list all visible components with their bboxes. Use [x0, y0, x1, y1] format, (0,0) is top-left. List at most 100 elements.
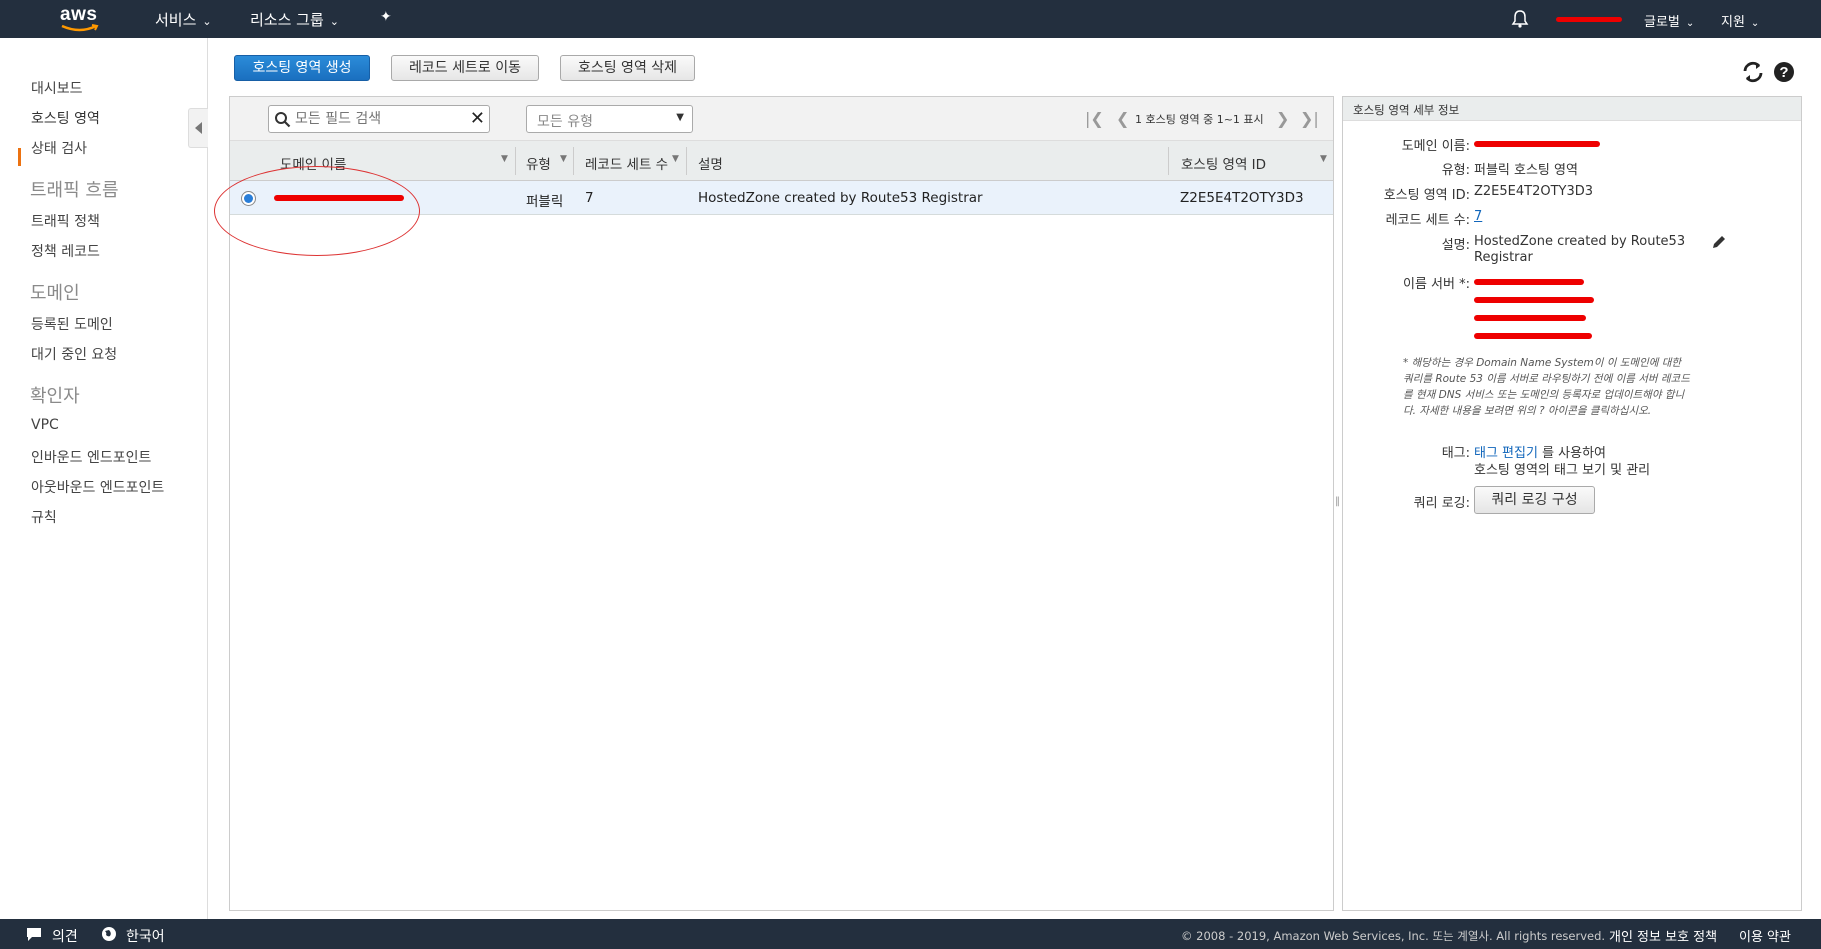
column-divider[interactable]	[1168, 147, 1169, 175]
detail-zone-id-value: Z2E5E4T2OTY3D3	[1474, 184, 1594, 199]
dropdown-arrow-icon: ▼	[676, 112, 684, 123]
help-icon[interactable]: ?	[1772, 60, 1796, 84]
detail-tags-label: 태그:	[1441, 446, 1470, 461]
previous-page-icon[interactable]: ❮	[1116, 109, 1129, 128]
pin-icon[interactable]: ✦	[380, 9, 392, 25]
sidebar-item-traffic-policies[interactable]: 트래픽 정책	[31, 211, 100, 231]
redacted-name-server-1	[1474, 279, 1584, 285]
chevron-down-icon: ⌄	[202, 15, 212, 28]
column-divider[interactable]	[573, 147, 574, 175]
edit-pencil-icon[interactable]	[1711, 234, 1727, 250]
aws-logo-text: aws	[60, 4, 98, 25]
detail-tags-line2: 호스팅 영역의 태그 보기 및 관리	[1474, 463, 1651, 478]
row-record-count: 7	[585, 190, 594, 206]
pagination-status: 1 호스팅 영역 중 1~1 표시	[1135, 113, 1264, 126]
top-navigation-bar: aws 서비스 ⌄ 리소스 그룹 ⌄ ✦ 글로벌 ⌄ 지원 ⌄	[0, 0, 1821, 38]
grid-header: 도메인 이름 ▼ 유형 ▼ 레코드 세트 수 ▼ 설명 호스팅 영역 ID ▼	[230, 141, 1333, 181]
last-page-icon[interactable]: ❯|	[1300, 109, 1319, 128]
row-type: 퍼블릭	[526, 194, 564, 210]
row-description: HostedZone created by Route53 Registrar	[698, 190, 983, 206]
sidebar-section-traffic-flow: 트래픽 흐름	[30, 180, 119, 201]
sidebar-item-policy-records[interactable]: 정책 레코드	[31, 241, 100, 261]
privacy-policy-link[interactable]: 개인 정보 보호 정책	[1609, 926, 1717, 945]
aws-smile-icon	[61, 24, 99, 32]
row-zone-id: Z2E5E4T2OTY3D3	[1180, 190, 1304, 206]
sort-icon[interactable]: ▼	[1320, 154, 1327, 164]
column-header-type[interactable]: 유형	[526, 153, 551, 173]
terms-of-use-link[interactable]: 이용 약관	[1739, 926, 1791, 945]
configure-query-logging-button[interactable]: 쿼리 로깅 구성	[1474, 486, 1595, 514]
column-header-zone-id[interactable]: 호스팅 영역 ID	[1181, 153, 1266, 173]
resource-groups-label: 리소스 그룹	[250, 11, 324, 29]
panel-splitter-handle[interactable]: ‖	[1335, 496, 1340, 507]
sidebar-section-domains: 도메인	[30, 283, 80, 304]
redacted-detail-domain	[1474, 141, 1600, 147]
active-indicator	[18, 148, 21, 166]
create-hosted-zone-button[interactable]: 호스팅 영역 생성	[234, 55, 370, 81]
next-page-icon[interactable]: ❯	[1276, 109, 1289, 128]
sidebar-item-vpc[interactable]: VPC	[31, 417, 59, 433]
detail-description-line1: HostedZone created by Route53	[1474, 234, 1686, 249]
first-page-icon[interactable]: |❮	[1085, 109, 1104, 128]
detail-query-logging-label: 쿼리 로깅:	[1413, 496, 1470, 511]
detail-type-value: 퍼블릭 호스팅 영역	[1474, 163, 1578, 178]
redacted-name-server-4	[1474, 333, 1592, 339]
globe-icon	[102, 927, 116, 941]
column-header-record-count[interactable]: 레코드 세트 수	[585, 153, 668, 173]
svg-text:?: ?	[1779, 64, 1788, 81]
chevron-down-icon: ⌄	[1750, 18, 1760, 29]
details-header: 호스팅 영역 세부 정보	[1343, 97, 1801, 121]
services-menu[interactable]: 서비스 ⌄	[155, 9, 212, 30]
language-selector[interactable]: 한국어	[126, 926, 165, 946]
go-to-record-sets-button[interactable]: 레코드 세트로 이동	[391, 55, 539, 81]
detail-record-count-link[interactable]: 7	[1474, 209, 1482, 224]
sidebar-item-inbound-endpoints[interactable]: 인바운드 엔드포인트	[31, 447, 151, 467]
redacted-account-name[interactable]	[1556, 17, 1622, 22]
sidebar-item-rules[interactable]: 규칙	[31, 507, 57, 527]
sidebar-collapse-button[interactable]	[188, 108, 208, 148]
type-filter-select[interactable]: 모든 유형 ▼	[526, 105, 693, 133]
aws-logo[interactable]: aws	[60, 4, 104, 34]
copyright-text: © 2008 - 2019, Amazon Web Services, Inc.…	[1181, 929, 1606, 943]
chevron-left-icon	[195, 122, 202, 134]
sidebar-item-outbound-endpoints[interactable]: 아웃바운드 엔드포인트	[31, 477, 164, 497]
support-label: 지원	[1721, 15, 1745, 30]
search-box[interactable]: ✕	[268, 105, 490, 133]
delete-hosted-zone-button[interactable]: 호스팅 영역 삭제	[560, 55, 695, 81]
region-label: 글로벌	[1644, 15, 1680, 30]
detail-record-count-label: 레코드 세트 수:	[1385, 213, 1470, 228]
search-icon	[275, 112, 291, 128]
support-menu[interactable]: 지원 ⌄	[1721, 11, 1759, 30]
sort-icon[interactable]: ▼	[560, 154, 567, 164]
grid-toolbar: ✕ 모든 유형 ▼ |❮ ❮ 1 호스팅 영역 중 1~1 표시 ❯ ❯|	[230, 97, 1333, 141]
hosted-zone-details-panel: 호스팅 영역 세부 정보 도메인 이름: 유형: 퍼블릭 호스팅 영역 호스팅 …	[1342, 96, 1802, 911]
sidebar-item-registered-domains[interactable]: 등록된 도메인	[31, 314, 113, 334]
sort-icon[interactable]: ▼	[501, 154, 508, 164]
footer-bar: 의견 한국어 © 2008 - 2019, Amazon Web Service…	[0, 919, 1821, 949]
details-title: 호스팅 영역 세부 정보	[1353, 103, 1460, 117]
sidebar-item-dashboard[interactable]: 대시보드	[31, 78, 83, 98]
refresh-icon[interactable]	[1741, 60, 1765, 84]
name-server-note: * 해당하는 경우 Domain Name System이 이 도메인에 대한 …	[1403, 357, 1690, 417]
search-input[interactable]	[295, 109, 455, 129]
clear-search-icon[interactable]: ✕	[470, 110, 485, 128]
feedback-icon[interactable]	[25, 926, 43, 942]
bell-icon[interactable]	[1511, 9, 1529, 29]
feedback-link[interactable]: 의견	[52, 926, 78, 946]
sidebar-item-health-checks[interactable]: 상태 검사	[31, 138, 87, 158]
services-label: 서비스	[155, 11, 197, 29]
redacted-name-server-2	[1474, 297, 1594, 303]
chevron-down-icon: ⌄	[329, 15, 339, 28]
sort-icon[interactable]: ▼	[672, 154, 679, 164]
sidebar-item-hosted-zones[interactable]: 호스팅 영역	[31, 108, 100, 128]
region-menu[interactable]: 글로벌 ⌄	[1644, 11, 1694, 30]
detail-description-label: 설명:	[1441, 238, 1470, 253]
detail-description-line2: Registrar	[1474, 250, 1533, 265]
sidebar-item-pending-requests[interactable]: 대기 중인 요청	[31, 344, 117, 364]
redacted-name-server-3	[1474, 315, 1586, 321]
chevron-down-icon: ⌄	[1685, 18, 1695, 29]
resource-groups-menu[interactable]: 리소스 그룹 ⌄	[250, 9, 339, 30]
column-divider[interactable]	[515, 147, 516, 175]
column-header-description[interactable]: 설명	[698, 153, 723, 173]
column-divider[interactable]	[686, 147, 687, 175]
